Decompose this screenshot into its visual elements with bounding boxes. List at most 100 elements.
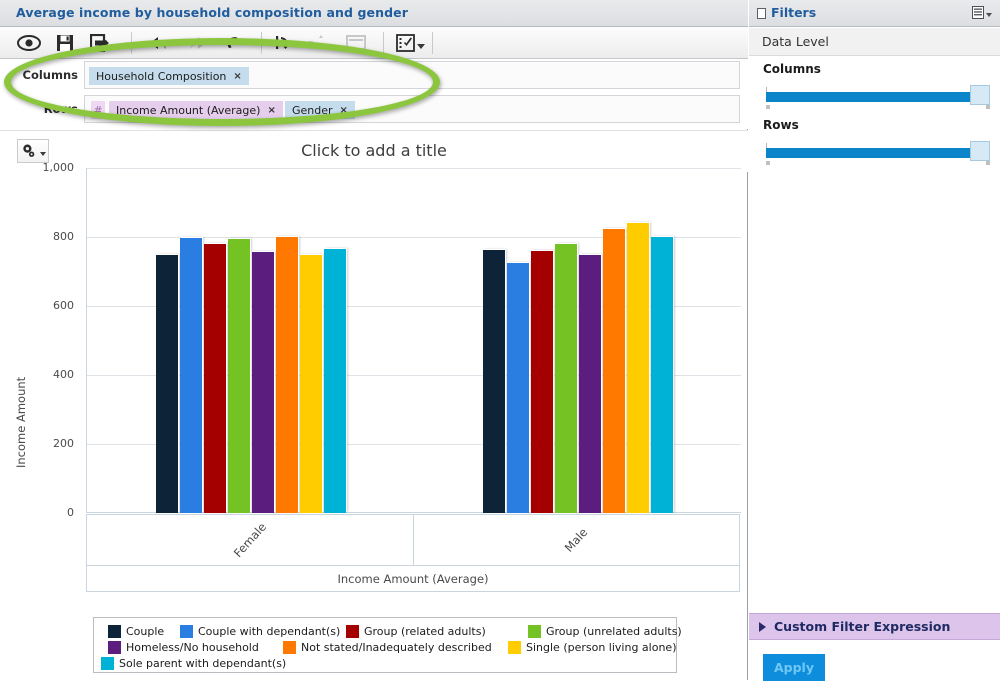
legend-item[interactable]: Couple — [108, 624, 165, 638]
apply-button[interactable]: Apply — [763, 654, 825, 681]
chart-title-placeholder[interactable]: Click to add a title — [0, 141, 748, 160]
bar[interactable] — [578, 255, 601, 513]
legend-item[interactable]: Group (related adults) — [346, 624, 486, 638]
toolbar-separator — [383, 32, 384, 54]
slider-max-marker — [986, 105, 990, 109]
bar[interactable] — [275, 237, 298, 513]
y-axis-tick-label: 0 — [67, 506, 74, 519]
filter-group-label: Rows — [763, 118, 799, 132]
legend-item[interactable]: Sole parent with dependant(s) — [101, 656, 287, 670]
columns-shelf-dropzone[interactable]: Household Composition × — [84, 61, 740, 89]
pill-remove-icon[interactable]: × — [340, 105, 348, 116]
page-title: Average income by household composition … — [16, 5, 409, 20]
slider-handle[interactable] — [970, 141, 990, 161]
y-axis-tick-labels: 1,000 800 600 400 200 0 — [16, 161, 75, 613]
bar[interactable] — [251, 251, 274, 513]
redo-icon — [183, 31, 211, 55]
legend-label: Group (related adults) — [364, 624, 486, 638]
legend-label: Not stated/Inadequately described — [301, 640, 492, 654]
pill-gender[interactable]: Gender × — [285, 101, 355, 119]
bar[interactable] — [299, 254, 322, 513]
pill-remove-icon[interactable]: × — [233, 71, 241, 82]
bar[interactable] — [155, 254, 178, 513]
columns-shelf-label: Columns — [22, 68, 78, 82]
gridline — [87, 168, 741, 169]
bar[interactable] — [482, 250, 505, 513]
custom-filter-expression-label: Custom Filter Expression — [774, 619, 951, 634]
sort-descending-icon: z — [305, 31, 335, 55]
slider-track[interactable] — [766, 148, 988, 158]
legend-swatch — [108, 624, 121, 638]
rows-shelf-dropzone[interactable]: # Income Amount (Average) × Gender × — [84, 95, 740, 123]
legend-row: Couple Couple with dependant(s) Group (rel… — [101, 623, 682, 639]
legend-swatch — [508, 640, 521, 654]
filter-slider[interactable] — [766, 140, 990, 168]
custom-filter-expression-section[interactable]: Custom Filter Expression — [749, 613, 1000, 640]
legend-label: Couple — [126, 624, 165, 638]
sort-ascending-icon[interactable] — [271, 31, 297, 55]
legend-item[interactable]: Not stated/Inadequately described — [283, 640, 492, 654]
filter-slider[interactable] — [766, 84, 990, 112]
reset-icon[interactable] — [221, 31, 249, 55]
legend-label: Group (unrelated adults) — [546, 624, 682, 638]
chevron-down-icon — [110, 43, 119, 49]
list-menu-icon[interactable] — [972, 6, 992, 19]
chart-canvas: Income Amount 1,000 800 600 400 200 0 Female M… — [0, 161, 748, 613]
chart-legend: Couple Couple with dependant(s) Group (rel… — [93, 617, 682, 673]
dock-panel-icon[interactable] — [757, 8, 766, 19]
pill-label: Income Amount (Average) — [116, 103, 261, 117]
svg-text:z: z — [308, 38, 314, 50]
application-window: Average income by household composition … — [0, 0, 1000, 686]
window-title-bar: Average income by household composition … — [0, 0, 748, 27]
bar[interactable] — [506, 262, 529, 513]
bar[interactable] — [626, 223, 649, 513]
triangle-right-icon — [759, 621, 766, 632]
bar[interactable] — [203, 243, 226, 513]
slider-min-marker — [766, 105, 770, 109]
summary-icon — [343, 31, 369, 55]
bar[interactable] — [227, 239, 250, 513]
toolbar-separator — [131, 32, 132, 54]
export-icon[interactable] — [86, 31, 122, 55]
y-axis-tick-label: 400 — [53, 368, 74, 381]
y-axis-tick-label: 600 — [53, 299, 74, 312]
category-header-cell[interactable]: Female — [87, 515, 413, 565]
filters-panel-title: Filters — [771, 5, 817, 20]
bar[interactable] — [602, 228, 625, 513]
bar[interactable] — [179, 237, 202, 513]
bar[interactable] — [554, 243, 577, 513]
shelves-region: Columns Household Composition × Rows # I… — [0, 59, 748, 129]
filter-group-columns: Columns — [757, 62, 1000, 112]
pill-remove-icon[interactable]: × — [267, 105, 275, 116]
legend-swatch — [283, 640, 296, 654]
category-header-label: Female — [230, 519, 269, 561]
legend-label: Couple with dependant(s) — [198, 624, 341, 638]
filter-groups: Columns Rows — [757, 56, 1000, 168]
slider-track[interactable] — [766, 92, 988, 102]
undo-icon[interactable] — [145, 31, 173, 55]
legend-swatch — [346, 624, 359, 638]
preview-eye-icon[interactable] — [14, 31, 44, 55]
save-icon[interactable] — [52, 31, 78, 55]
legend-row: Sole parent with dependant(s) — [101, 655, 670, 671]
columns-shelf: Columns Household Composition × — [0, 59, 748, 93]
y-axis-tick-label: 200 — [53, 437, 74, 450]
legend-row: Homeless/No household Not stated/Inadequa… — [101, 639, 677, 655]
bar[interactable] — [650, 236, 673, 513]
legend-swatch — [528, 624, 541, 638]
bar[interactable] — [323, 249, 346, 513]
category-header-cell[interactable]: Male — [412, 515, 740, 565]
pill-income-amount-average[interactable]: Income Amount (Average) × — [109, 101, 283, 119]
bar[interactable] — [530, 251, 553, 513]
data-level-header: Data Level — [749, 28, 1000, 56]
options-checklist-icon[interactable] — [392, 31, 428, 55]
legend-item[interactable]: Homeless/No household — [108, 640, 259, 654]
legend-swatch — [108, 640, 121, 654]
filter-group-label: Columns — [763, 62, 821, 76]
legend-label: Sole parent with dependant(s) — [119, 656, 287, 670]
legend-item[interactable]: Single (person living alone) — [508, 640, 677, 654]
slider-handle[interactable] — [970, 85, 990, 105]
legend-item[interactable]: Group (unrelated adults) — [528, 624, 682, 638]
pill-household-composition[interactable]: Household Composition × — [89, 67, 249, 85]
legend-item[interactable]: Couple with dependant(s) — [180, 624, 341, 638]
